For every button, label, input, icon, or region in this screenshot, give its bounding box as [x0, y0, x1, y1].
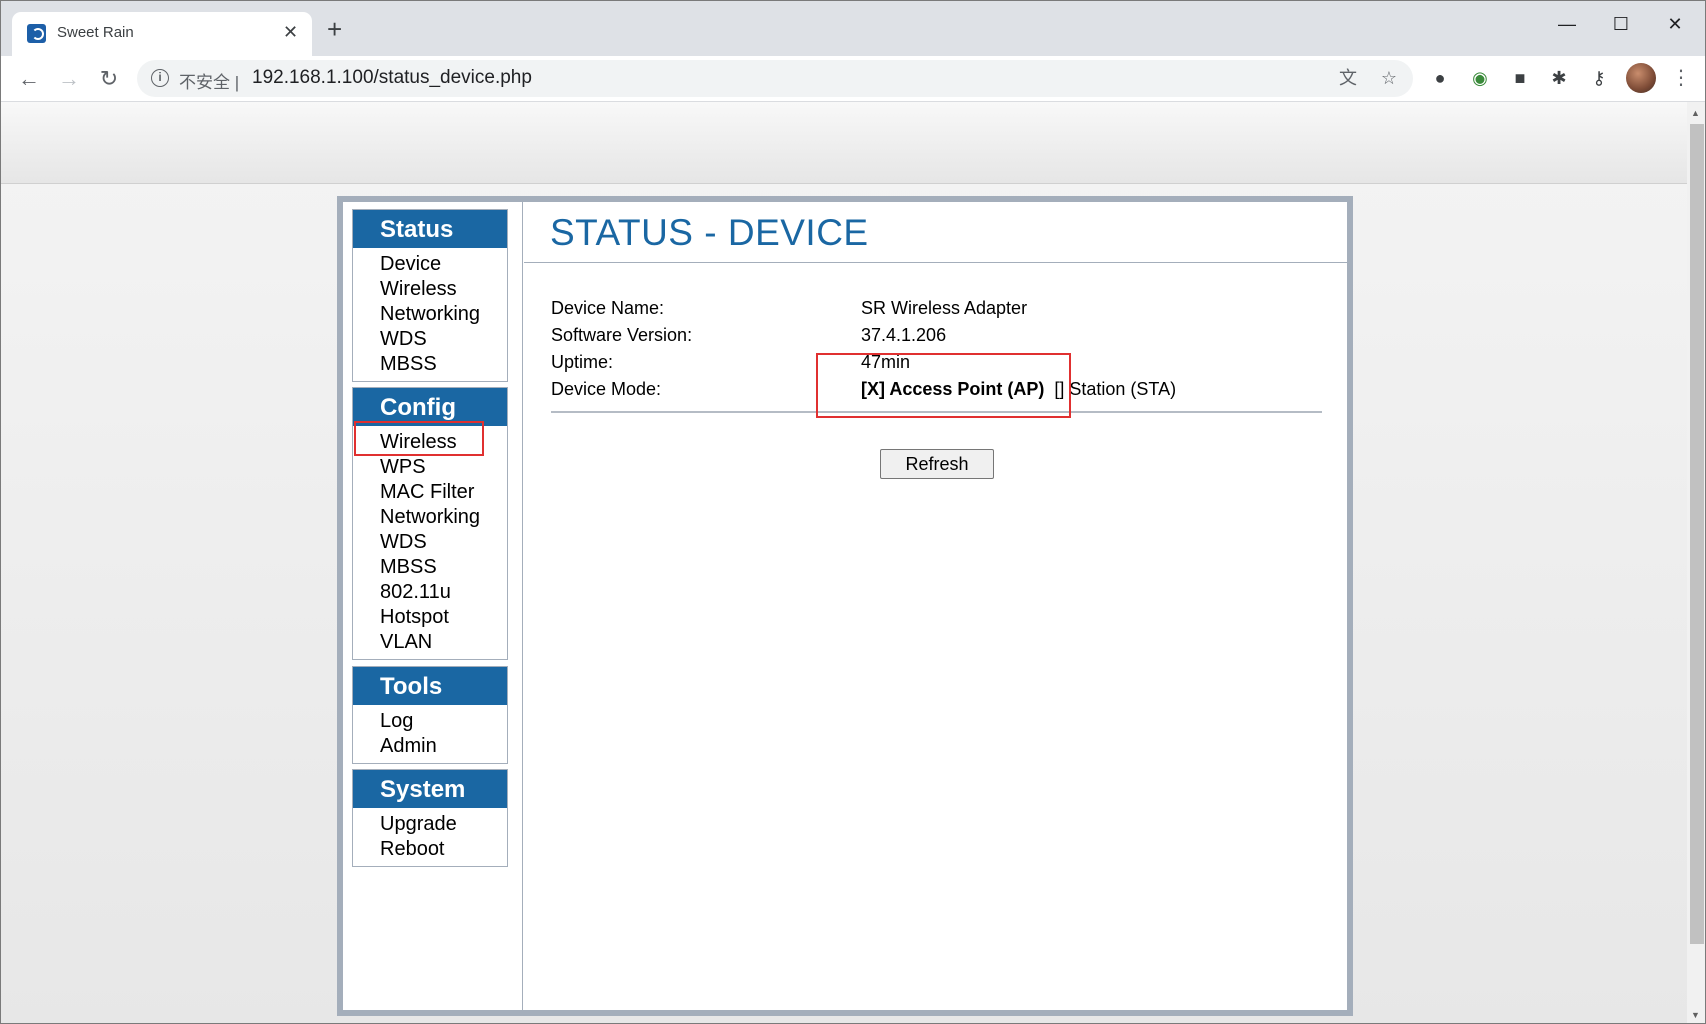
sidebar-item-config-mbss[interactable]: MBSS	[353, 555, 507, 580]
sidebar-item-config-wireless[interactable]: Wireless	[353, 430, 507, 455]
tampermonkey-extension-icon[interactable]: ■	[1508, 66, 1532, 90]
back-arrow-icon[interactable]: ←	[15, 65, 43, 93]
sidebar-item-status-networking[interactable]: Networking	[353, 302, 507, 327]
close-window-icon[interactable]: ✕	[1660, 9, 1690, 39]
sidebar-item-config-mac-filter[interactable]: MAC Filter	[353, 480, 507, 505]
sidebar-item-tools-admin[interactable]: Admin	[353, 734, 507, 759]
globe-extension-icon[interactable]: ◉	[1468, 66, 1492, 90]
new-tab-button[interactable]: +	[327, 16, 342, 42]
software-version-label: Software Version:	[551, 325, 693, 345]
profile-avatar[interactable]	[1626, 63, 1656, 93]
page-title: STATUS - DEVICE	[550, 212, 869, 253]
sidebar-item-tools-log[interactable]: Log	[353, 709, 507, 734]
site-favicon-icon	[27, 24, 46, 43]
device-mode-label: Device Mode:	[551, 379, 662, 399]
address-bar[interactable]: i 不安全 | 192.168.1.100/status_device.php …	[137, 60, 1413, 97]
main-content: STATUS - DEVICE Device Name: SR Wireless…	[524, 202, 1347, 1010]
menu-heading-tools: Tools	[353, 667, 507, 705]
reload-icon[interactable]: ↻	[95, 65, 123, 93]
menu-dots-icon[interactable]: ⋮	[1671, 66, 1691, 90]
extension-icon[interactable]: ✱	[1547, 66, 1571, 90]
sidebar-item-config-80211u[interactable]: 802.11u	[353, 580, 507, 605]
menu-heading-status: Status	[353, 210, 507, 248]
tab-sweet-rain[interactable]: Sweet Rain ✕	[12, 12, 312, 56]
sidebar-item-status-mbss[interactable]: MBSS	[353, 352, 507, 377]
scroll-down-icon[interactable]: ▼	[1691, 1010, 1700, 1020]
page-header-band	[1, 102, 1687, 184]
browser-window: Sweet Rain ✕ + — ☐ ✕ ← → ↻ i 不安全 | 192.1…	[0, 0, 1706, 1024]
sidebar-item-config-vlan[interactable]: VLAN	[353, 630, 507, 655]
maximize-icon[interactable]: ☐	[1606, 9, 1636, 39]
tab-strip: Sweet Rain ✕ + — ☐ ✕	[1, 1, 1705, 56]
title-divider	[524, 262, 1347, 263]
sidebar-item-system-upgrade[interactable]: Upgrade	[353, 812, 507, 837]
info-icon[interactable]: i	[151, 69, 169, 87]
sidebar-item-config-networking[interactable]: Networking	[353, 505, 507, 530]
incognito-extension-icon[interactable]: ●	[1428, 66, 1452, 90]
device-name-label: Device Name:	[551, 298, 665, 318]
browser-toolbar: ← → ↻ i 不安全 | 192.168.1.100/status_devic…	[1, 56, 1705, 102]
uptime-label: Uptime:	[551, 352, 614, 372]
sidebar-item-system-reboot[interactable]: Reboot	[353, 837, 507, 862]
info-divider	[551, 411, 1322, 413]
router-panel: Status Device Wireless Networking WDS MB…	[337, 196, 1353, 1016]
scroll-up-icon[interactable]: ▲	[1691, 108, 1700, 118]
forward-arrow-icon[interactable]: →	[55, 65, 83, 93]
minimize-icon[interactable]: —	[1552, 9, 1582, 39]
sidebar-item-status-wireless[interactable]: Wireless	[353, 277, 507, 302]
sidebar-item-status-wds[interactable]: WDS	[353, 327, 507, 352]
key-icon[interactable]: ⚷	[1587, 66, 1611, 90]
sidebar-item-config-wps[interactable]: WPS	[353, 455, 507, 480]
tab-title: Sweet Rain	[57, 24, 134, 41]
sidebar-item-config-hotspot[interactable]: Hotspot	[353, 605, 507, 630]
tab-close-icon[interactable]: ✕	[283, 22, 298, 42]
menu-heading-config: Config	[353, 388, 507, 426]
sidebar-item-config-wds[interactable]: WDS	[353, 530, 507, 555]
software-version-value: 37.4.1.206	[861, 325, 947, 345]
device-name-value: SR Wireless Adapter	[861, 298, 1028, 318]
menu-heading-system: System	[353, 770, 507, 808]
insecure-label: 不安全 |	[179, 73, 240, 92]
menu-tools: Tools Log Admin	[352, 666, 508, 764]
sidebar-item-status-device[interactable]: Device	[353, 252, 507, 277]
mode-station: [] Station (STA)	[1054, 379, 1177, 399]
device-mode-value: [X] Access Point (AP) [] Station (STA)	[861, 379, 1176, 400]
refresh-button[interactable]: Refresh	[880, 449, 994, 479]
scrollbar-thumb[interactable]	[1690, 124, 1704, 944]
vertical-scrollbar[interactable]: ▲ ▼	[1687, 102, 1705, 1023]
mode-access-point: [X] Access Point (AP)	[861, 379, 1045, 399]
sidebar-nav: Status Device Wireless Networking WDS MB…	[343, 202, 523, 1010]
page-viewport: Status Device Wireless Networking WDS MB…	[1, 102, 1687, 1023]
uptime-value: 47min	[861, 352, 911, 372]
url-text[interactable]: 192.168.1.100/status_device.php	[252, 67, 532, 89]
menu-config: Config Wireless WPS MAC Filter Networkin…	[352, 387, 508, 660]
menu-status: Status Device Wireless Networking WDS MB…	[352, 209, 508, 382]
menu-system: System Upgrade Reboot	[352, 769, 508, 867]
translate-icon[interactable]: 文	[1336, 66, 1360, 90]
star-icon[interactable]: ☆	[1377, 66, 1401, 90]
